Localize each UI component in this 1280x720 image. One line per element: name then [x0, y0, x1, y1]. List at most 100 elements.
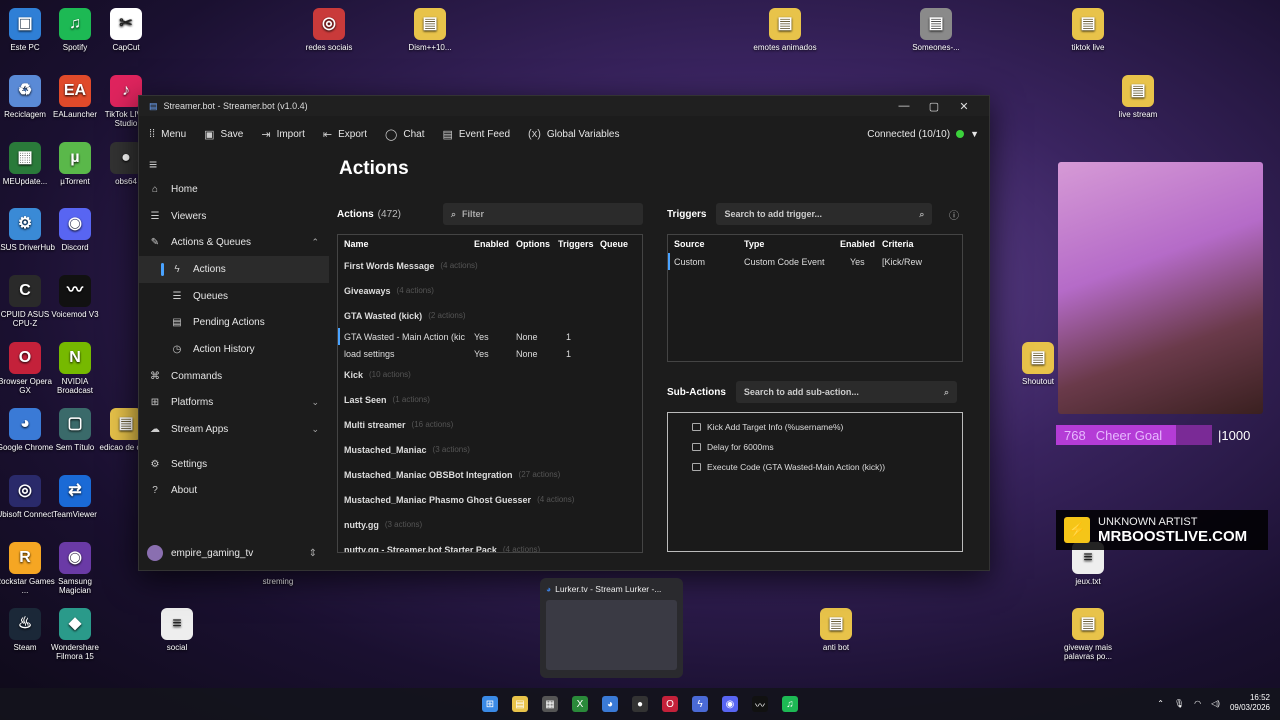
desktop-icon[interactable]: ▤ Dism++10... [398, 8, 462, 52]
import-button[interactable]: ⇥ Import [261, 128, 305, 141]
desktop-icon[interactable]: ▤ anti bot [804, 608, 868, 652]
sidebar-item-settings[interactable]: ⚙ Settings [139, 451, 329, 478]
subaction-item[interactable]: Execute Code (GTA Wasted-Main Action (ki… [668, 457, 962, 477]
desktop-icon[interactable]: ◆ Wondershare Filmora 15 [43, 608, 107, 661]
clock[interactable]: 16:52 09/03/2026 [1230, 693, 1270, 714]
trigger-search-input[interactable]: Search to add trigger... ⌕ [716, 203, 933, 225]
sidebar-item-label: Action History [193, 343, 255, 355]
start-icon[interactable]: ⊞ [482, 696, 498, 712]
title-bar[interactable]: ▤ Streamer.bot - Streamer.bot (v1.0.4) —… [139, 96, 989, 116]
event-feed-button[interactable]: ▤ Event Feed [442, 128, 510, 141]
action-group-row[interactable]: nutty.gg (3 actions) [338, 512, 642, 537]
obs-icon[interactable]: ● [632, 696, 648, 712]
column-header[interactable]: Source [674, 239, 744, 249]
desktop-icon[interactable]: ◉ Samsung Magician [43, 542, 107, 595]
subaction-search-input[interactable]: Search to add sub-action... ⌕ [735, 381, 957, 403]
trigger-row[interactable]: Custom Custom Code Event Yes [Kick/Rew [668, 253, 962, 270]
sidebar-item-about[interactable]: ? About [139, 478, 329, 505]
user-account[interactable]: empire_gaming_tv ⇕ [139, 540, 329, 566]
subaction-item[interactable]: Delay for 6000ms [668, 437, 962, 457]
network-icon[interactable]: ◠ [1194, 699, 1201, 708]
xbox-icon[interactable]: X [572, 696, 588, 712]
sidebar-item-actions[interactable]: ϟ Actions [139, 256, 329, 283]
chrome-icon[interactable]: ◕ [602, 696, 618, 712]
sidebar-item-platforms[interactable]: ⊞ Platforms ⌄ [139, 390, 329, 417]
maximize-button[interactable]: ▢ [919, 100, 949, 113]
sidebar-item-pending-actions[interactable]: ▤ Pending Actions [139, 309, 329, 336]
hamburger-icon[interactable]: ≡ [139, 152, 329, 176]
action-row[interactable]: load settings Yes None 1 [338, 345, 642, 362]
action-group-row[interactable]: First Words Message (4 actions) [338, 253, 642, 278]
taskbar: ⊞ ▤ ▦ X ◕ ● O ϟ ◉ 〰 ♫ ⌃ 🎙 ◠ ◁) 16:52 09/… [0, 688, 1280, 720]
sidebar-item-stream-apps[interactable]: ☁ Stream Apps ⌄ [139, 416, 329, 443]
action-group-row[interactable]: Last Seen (1 actions) [338, 387, 642, 412]
action-group-row[interactable]: Mustached_Maniac Phasmo Ghost Guesser (4 … [338, 487, 642, 512]
calculator-icon[interactable]: ▦ [542, 696, 558, 712]
sidebar-item-actions-queues[interactable]: ✎ Actions & Queues ⌃ [139, 229, 329, 256]
opera-icon[interactable]: O [662, 696, 678, 712]
spotify-icon[interactable]: ♫ [782, 696, 798, 712]
sidebar-item-queues[interactable]: ☰ Queues [139, 283, 329, 310]
voicemod-icon[interactable]: 〰 [752, 696, 768, 712]
file-explorer-icon[interactable]: ▤ [512, 696, 528, 712]
connection-status[interactable]: Connected (10/10) ▼ [867, 129, 979, 140]
column-header[interactable]: Enabled [474, 239, 516, 249]
info-icon[interactable]: ⓘ [949, 207, 959, 222]
desktop-icon[interactable]: ≡ social [145, 608, 209, 652]
action-group-row[interactable]: Mustached_Maniac (3 actions) [338, 437, 642, 462]
chevron-up-icon[interactable]: ⌃ [1157, 699, 1164, 708]
group-count: (4 actions) [502, 545, 541, 553]
checkbox-icon[interactable] [692, 443, 701, 451]
desktop-icon[interactable]: ▤ giveway mais palavras po... [1056, 608, 1120, 661]
taskbar-preview[interactable]: ◕ Lurker.tv - Stream Lurker -... [540, 578, 683, 678]
action-row[interactable]: GTA Wasted - Main Action (kic Yes None 1 [338, 328, 642, 345]
desktop-icon-label: live stream [1118, 110, 1158, 119]
action-group-row[interactable]: nutty.gg - Streamer.bot Starter Pack (4 a… [338, 537, 642, 553]
subaction-item[interactable]: Kick Add Target Info (%username%) [668, 417, 962, 437]
checkbox-icon[interactable] [692, 423, 701, 431]
discord-icon[interactable]: ◉ [722, 696, 738, 712]
column-header[interactable]: Queue [600, 239, 638, 249]
column-header[interactable]: Options [516, 239, 558, 249]
close-button[interactable]: ✕ [949, 100, 979, 113]
desktop-icon[interactable]: 〰 Voicemod V3 [43, 275, 107, 319]
desktop-icon[interactable]: ✂ CapCut [94, 8, 158, 52]
sidebar-item-action-history[interactable]: ◷ Action History [139, 336, 329, 363]
sidebar-item-viewers[interactable]: ☰ Viewers [139, 203, 329, 230]
checkbox-icon[interactable] [692, 463, 701, 471]
desktop-icon[interactable]: ▤ live stream [1106, 75, 1170, 119]
microphone-icon[interactable]: 🎙 [1174, 699, 1184, 708]
action-group-row[interactable]: Multi streamer (16 actions) [338, 412, 642, 437]
sidebar-item-commands[interactable]: ⌘ Commands [139, 363, 329, 390]
folder-icon: ▤ [820, 608, 852, 640]
desktop-icon[interactable]: ◉ Discord [43, 208, 107, 252]
menu-button[interactable]: ⁞⁞ Menu [149, 128, 186, 140]
sidebar-item-label: Commands [171, 370, 223, 382]
action-group-row[interactable]: GTA Wasted (kick) (2 actions) [338, 303, 642, 328]
global-variables-button[interactable]: (x) Global Variables [528, 128, 619, 140]
export-button[interactable]: ⇤ Export [323, 128, 367, 141]
column-header[interactable]: Enabled [840, 239, 882, 249]
action-group-row[interactable]: Giveaways (4 actions) [338, 278, 642, 303]
desktop-icon[interactable]: ▤ Someones-... [904, 8, 968, 52]
desktop-icon[interactable]: ▤ emotes animados [753, 8, 817, 52]
desktop-icon[interactable]: ▤ tiktok live [1056, 8, 1120, 52]
action-group-row[interactable]: Mustached_Maniac OBSBot Integration (27 a… [338, 462, 642, 487]
desktop-icon[interactable]: ◎ redes sociais [297, 8, 361, 52]
volume-icon[interactable]: ◁) [1211, 699, 1220, 708]
action-group-row[interactable]: Kick (10 actions) [338, 362, 642, 387]
chat-button[interactable]: ◯ Chat [385, 128, 424, 141]
music-url: MRBOOSTLIVE.COM [1098, 527, 1248, 545]
column-header[interactable]: Name [344, 239, 474, 249]
column-header[interactable]: Type [744, 239, 840, 249]
column-header[interactable]: Criteria [882, 239, 942, 249]
actions-filter-input[interactable]: ⌕ Filter [443, 203, 643, 225]
save-button[interactable]: ▣ Save [204, 128, 243, 141]
desktop-icon[interactable]: N NVIDIA Broadcast [43, 342, 107, 395]
sidebar-item-home[interactable]: ⌂ Home [139, 176, 329, 203]
minimize-button[interactable]: — [889, 100, 919, 112]
column-header[interactable]: Triggers [558, 239, 600, 249]
streamerbot-icon[interactable]: ϟ [692, 696, 708, 712]
preview-thumbnail [546, 600, 677, 670]
desktop-icon[interactable]: ⇄ TeamViewer [43, 475, 107, 519]
